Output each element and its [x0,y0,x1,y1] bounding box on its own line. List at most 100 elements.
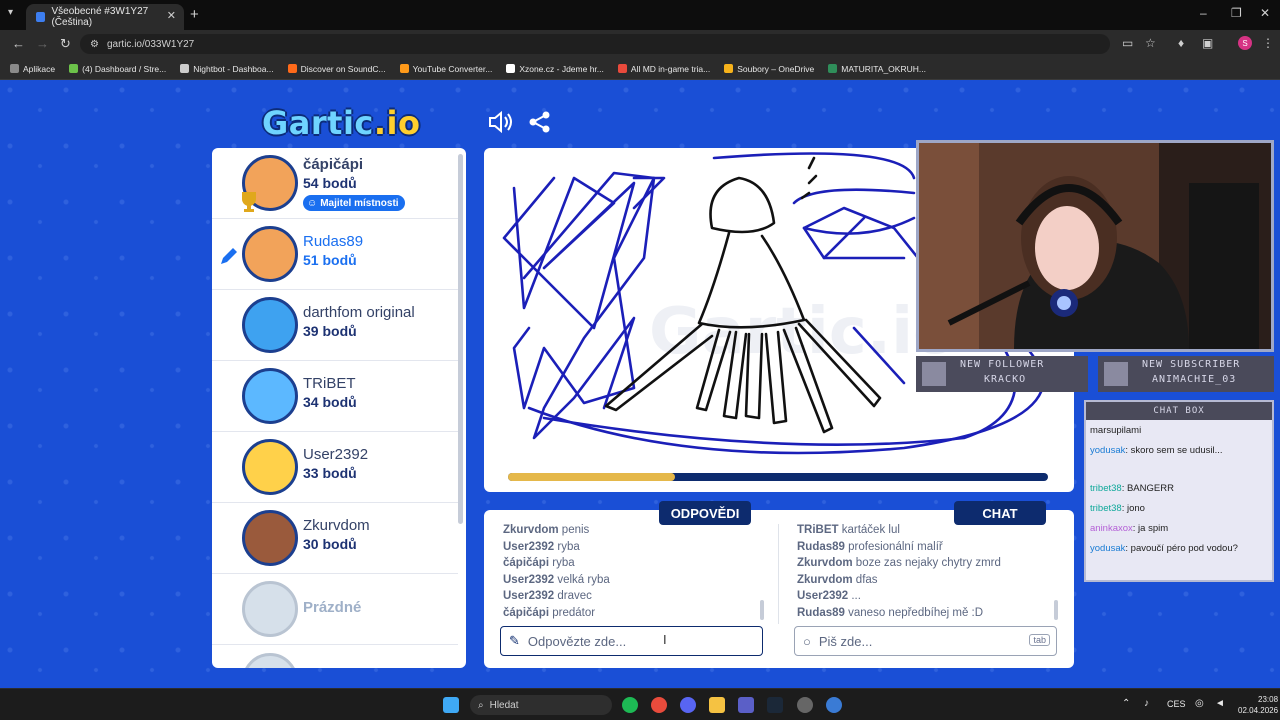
answers-scrollbar[interactable] [760,600,764,620]
windows-taskbar: ⌕ Hledat ⌃ ♪ CES ◎ ◄ 23:08 02.04.2026 [0,688,1280,720]
maximize-icon[interactable]: ❐ [1231,6,1242,20]
discord-icon[interactable] [680,697,696,713]
message-user: Zkurvdom [797,573,853,586]
url-field[interactable]: ⚙ gartic.io/033W1Y27 [80,34,1110,54]
stream-chat-user: tribet38 [1090,483,1122,494]
bookmark-item[interactable]: All MD in-game tria... [617,63,711,74]
profile-avatar[interactable]: S [1238,36,1252,50]
microphone-icon[interactable]: ♪ [1144,698,1149,709]
close-window-icon[interactable]: ✕ [1260,6,1270,20]
bookmark-label: YouTube Converter... [412,63,493,74]
stream-chat-message: tribet38: jono [1090,502,1270,515]
cast-icon[interactable]: ▭ [1122,36,1133,50]
message-user: User2392 [503,590,555,602]
back-icon[interactable]: ← [12,36,25,51]
player-row[interactable]: User2392 33 bodů [212,432,458,503]
chat-item: Zkurvdom dfas [797,574,878,586]
room-owner-badge: ☺ Majitel místnosti [303,195,405,211]
file-explorer-icon[interactable] [709,697,725,713]
share-icon[interactable] [528,110,552,134]
stream-chat-message: yodusak: skoro sem se udusil... [1090,444,1270,457]
start-icon[interactable] [443,697,459,713]
site-info-icon[interactable]: ⚙ [90,39,99,50]
gartic-logo[interactable]: Gartic.io [262,104,420,142]
minimize-icon[interactable]: – [1200,6,1207,20]
bookmark-favicon-icon [10,64,19,73]
new-follower-panel: NEW FOLLOWER KRACKO [916,356,1088,392]
teams-icon[interactable] [738,697,754,713]
bookmark-item[interactable]: Soubory – OneDrive [724,64,814,74]
webcam-image [919,143,1271,349]
answers-header[interactable]: ODPOVĚDI [659,501,751,525]
player-row[interactable]: darthfom original 39 bodů [212,290,458,361]
chat-input[interactable]: ○ Piš zde... tab [794,626,1057,656]
stream-chat-text: marsupilami [1090,425,1142,436]
forward-icon[interactable]: → [36,36,49,51]
browser-tab[interactable]: Všeobecné #3W1Y27 (Čeština) ✕ [26,4,184,30]
message-user: Zkurvdom [503,524,559,536]
bookmark-item[interactable]: Nightbot - Dashboa... [180,64,274,74]
message-user: User2392 [503,573,555,586]
reload-icon[interactable]: ↻ [60,36,71,52]
tab-title: Všeobecné #3W1Y27 (Čeština) [51,6,149,28]
steam-icon[interactable] [767,697,783,713]
new-follower-label: NEW FOLLOWER [960,359,1045,370]
volume-icon[interactable]: ◄ [1215,698,1225,709]
bookmark-item[interactable]: Xzone.cz - Jdeme hr... [506,64,604,74]
chat-header[interactable]: CHAT [954,501,1046,525]
app-icon[interactable] [797,697,813,713]
stream-chat-text: : BANGERR [1121,483,1174,494]
close-icon[interactable]: ✕ [167,9,176,22]
message-user: čápičápi [503,606,550,619]
message-text: boze zas nejaky chytry zmrd [855,557,1001,569]
bookmark-item[interactable]: Aplikace [10,64,55,74]
puzzle-icon[interactable]: ▣ [1202,36,1213,50]
answers-chat-panel: ODPOVĚDI CHAT Zkurvdom penis User2392 ryb… [484,501,1074,668]
chat-scrollbar[interactable] [1054,600,1058,620]
chat-placeholder: Piš zde... [818,633,873,649]
players-scrollbar[interactable] [458,154,463,524]
bookmark-label: Soubory – OneDrive [737,63,815,74]
stream-chat-message: tribet38: BANGERR [1090,482,1270,495]
bookmark-item[interactable]: Discover on SoundC... [287,64,386,74]
chrome-icon[interactable] [651,697,667,713]
clock[interactable]: 23:08 02.04.2026 [1238,694,1278,716]
spotify-icon[interactable] [622,697,638,713]
new-tab-button[interactable]: + [190,6,199,23]
bookmark-item[interactable]: YouTube Converter... [399,63,493,74]
player-name: Rudas89 [303,233,364,250]
player-row[interactable]: Zkurvdom 30 bodů [212,503,458,574]
smiley-icon: ☺ [307,197,318,209]
sound-icon[interactable] [488,110,514,134]
avatar [242,439,298,495]
app2-icon[interactable] [826,697,842,713]
avatar [242,510,298,566]
player-row[interactable]: Rudas89 51 bodů [212,219,458,290]
message-user: čápičápi [503,557,550,569]
extension-icon[interactable]: ♦ [1178,36,1184,50]
network-icon[interactable]: ◎ [1195,698,1204,709]
stream-chat-text: : skoro sem se udusil... [1125,445,1223,456]
stream-chat-text: : pavoučí péro pod vodou? [1125,543,1238,554]
language-indicator[interactable]: CES [1167,699,1186,709]
round-timer-bar [508,473,1048,481]
answer-item: User2392 dravec [503,590,592,602]
message-user: Zkurvdom [797,557,853,569]
menu-icon[interactable]: ⋮ [1262,36,1274,50]
empty-avatar-icon [242,653,298,668]
browser-tab-bar: ▾ Všeobecné #3W1Y27 (Čeština) ✕ + – ❐ ✕ [0,0,1280,30]
taskbar-search[interactable]: ⌕ Hledat [470,695,612,715]
bookmark-item[interactable]: (4) Dashboard / Stre... [69,64,166,74]
pencil-icon: ✎ [509,633,520,648]
message-text: dravec [557,590,592,602]
player-name: čápičápi [303,156,364,173]
player-row[interactable]: TRiBET 34 bodů [212,361,458,432]
bookmark-star-icon[interactable]: ☆ [1145,36,1156,50]
bookmark-item[interactable]: MATURITA_OKRUH... [828,64,926,74]
message-text: dfas [855,573,878,586]
message-text: ryba [557,540,580,553]
tray-chevron-icon[interactable]: ⌃ [1122,698,1130,709]
tab-search-icon[interactable]: ▾ [8,7,13,18]
bookmark-label: All MD in-game tria... [630,63,711,74]
answer-input[interactable]: ✎ Odpovězte zde... I [500,626,763,656]
